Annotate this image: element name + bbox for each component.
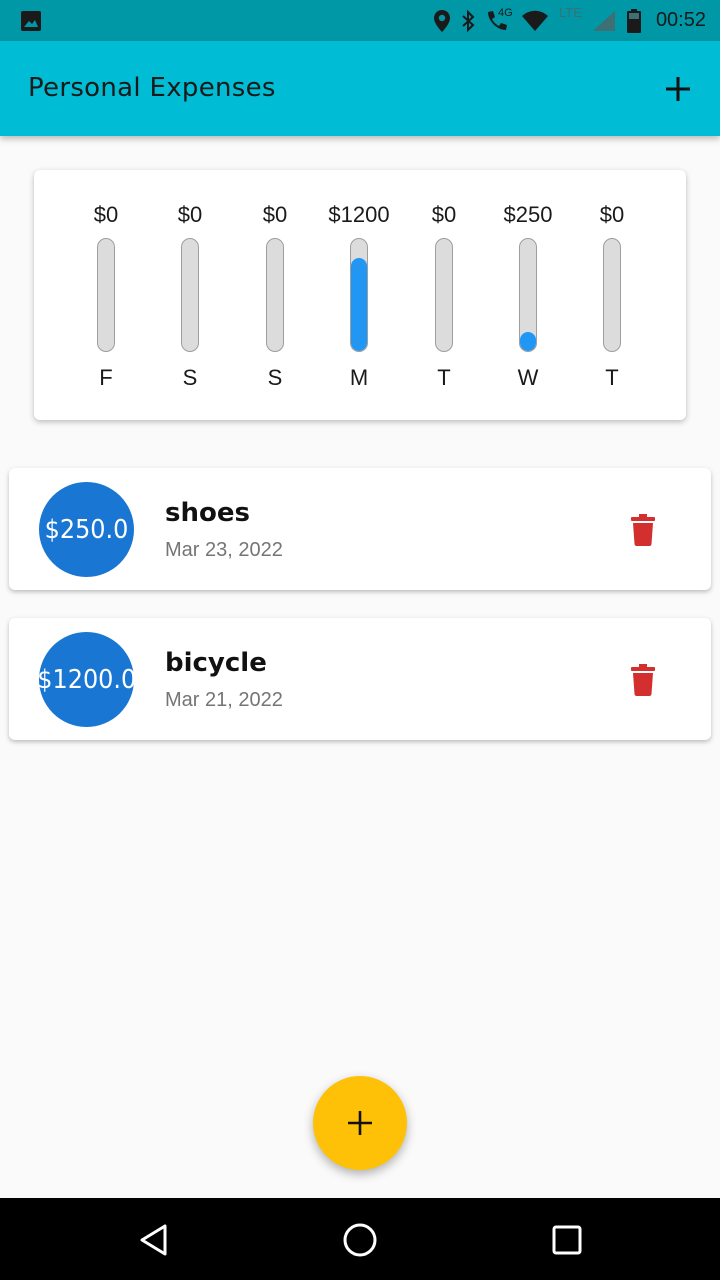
chart-bar: $0 S [150,170,230,420]
bar-amount: $0 [177,202,203,227]
amount-text: $250.0 [44,514,129,545]
bar-amount: $0 [431,202,457,227]
bar-track [435,238,453,352]
bar-fill [520,331,536,351]
amount-text: $1200.0 [37,664,136,695]
call-icon: 4G [485,6,513,33]
wifi-icon [521,10,549,32]
chart-bar: $1200 M [319,170,399,420]
bar-amount: $1200 [328,202,390,227]
navigation-bar [0,1198,720,1280]
trash-icon [631,514,655,546]
location-icon [433,9,451,33]
weekly-chart-card: $0 F $0 S $0 S $1200 M $0 T $250 W $0 T [34,170,686,420]
chart-bar: $0 T [572,170,652,420]
chart-bar: $0 T [404,170,484,420]
add-transaction-button[interactable] [658,69,698,109]
status-time: 00:52 [655,9,706,31]
bar-track [181,238,199,352]
bar-track [266,238,284,352]
plus-icon [666,77,690,101]
signal-icon [592,10,616,32]
plus-icon [348,1111,372,1135]
lte-label: LTE [559,5,582,20]
bar-fill [351,258,367,351]
bar-amount: $0 [599,202,625,227]
bar-track [519,238,537,352]
bar-amount: $0 [93,202,119,227]
bar-day-label: M [349,365,369,390]
recents-icon [552,1225,582,1255]
recents-button[interactable] [547,1220,587,1260]
add-fab-button[interactable] [313,1076,407,1170]
bar-track [97,238,115,352]
bar-day-label: W [517,365,539,390]
bar-amount: $250 [503,202,553,227]
battery-icon [626,8,642,34]
home-icon [343,1223,377,1257]
transaction-date: Mar 23, 2022 [165,539,283,561]
transaction-date: Mar 21, 2022 [165,689,283,711]
transaction-card[interactable]: $1200.0 bicycle Mar 21, 2022 [9,618,711,740]
status-bar: 4G LTE 00:52 [0,0,720,41]
back-icon [140,1224,167,1256]
network-label: 4G [498,6,513,19]
bar-track [350,238,368,352]
status-icons: 4G LTE 00:52 [433,0,706,41]
chart-bar: $0 S [235,170,315,420]
bar-day-label: S [182,365,198,390]
bar-day-label: T [605,365,619,390]
page-title: Personal Expenses [28,73,276,103]
transaction-title: shoes [165,498,250,528]
delete-button[interactable] [625,662,661,698]
trash-icon [631,664,655,696]
bar-day-label: T [437,365,451,390]
delete-button[interactable] [625,512,661,548]
back-button[interactable] [134,1220,174,1260]
amount-avatar: $250.0 [39,482,134,577]
amount-avatar: $1200.0 [37,632,136,727]
bar-day-label: F [99,365,113,390]
bluetooth-icon [461,9,475,33]
chart-bar: $250 W [488,170,568,420]
chart-bar: $0 F [66,170,146,420]
bar-track [603,238,621,352]
image-icon [20,10,42,37]
home-button[interactable] [340,1220,380,1260]
app-bar: Personal Expenses [0,41,720,136]
transaction-card[interactable]: $250.0 shoes Mar 23, 2022 [9,468,711,590]
bar-amount: $0 [262,202,288,227]
transaction-title: bicycle [165,648,267,678]
bar-day-label: S [267,365,283,390]
